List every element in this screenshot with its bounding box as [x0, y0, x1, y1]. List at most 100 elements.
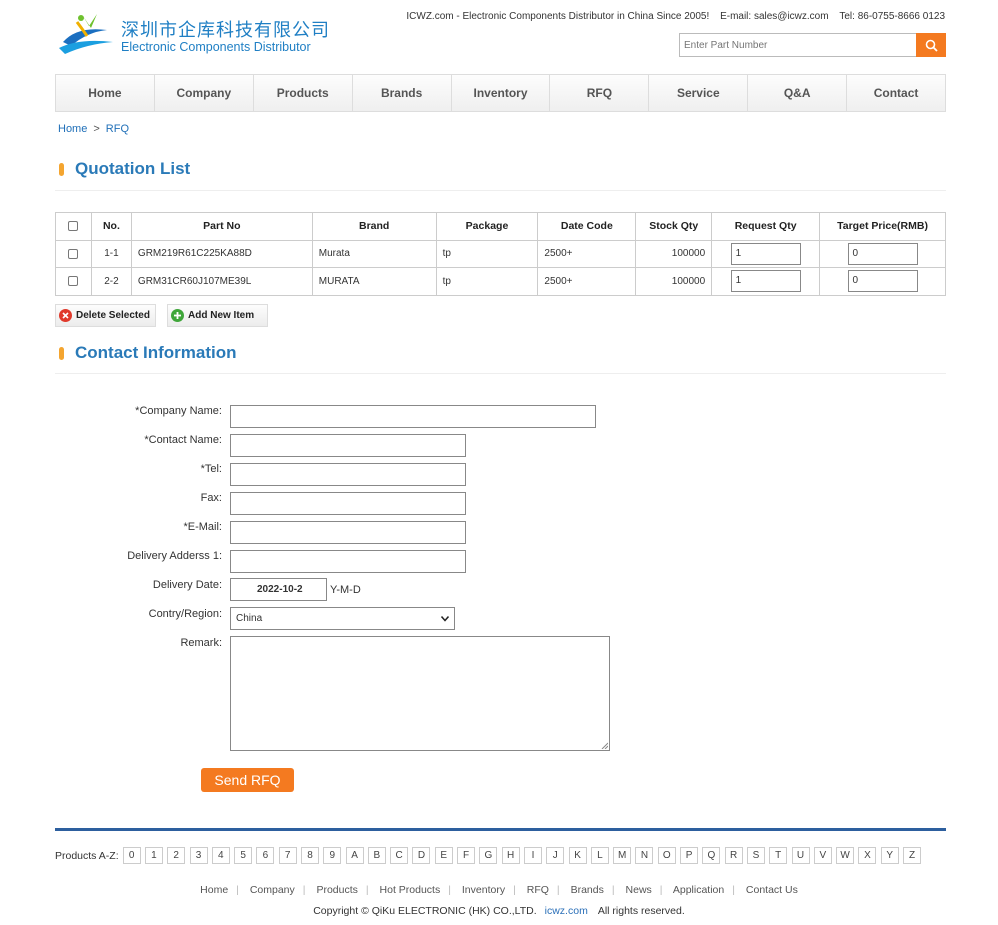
az-key[interactable]: 0 [122, 847, 141, 864]
az-key[interactable]: F [457, 847, 476, 864]
az-key[interactable]: B [367, 847, 386, 864]
request-qty-input[interactable]: 1 [730, 242, 801, 265]
search-icon [925, 39, 938, 52]
az-key[interactable]: N [635, 847, 654, 864]
footer-link-inventory[interactable]: Inventory [462, 884, 505, 896]
company-name-input[interactable] [230, 405, 596, 428]
nav-qa[interactable]: Q&A [748, 75, 848, 111]
row-package: tp [435, 267, 539, 296]
delete-selected-button[interactable]: Delete Selected [55, 304, 156, 327]
az-key[interactable]: 3 [189, 847, 208, 864]
company-name-label: *Company Name: [135, 405, 222, 417]
nav-company[interactable]: Company [155, 75, 254, 111]
footer-link-products[interactable]: Products [316, 884, 357, 896]
az-key[interactable]: K [568, 847, 587, 864]
footer-link-brands[interactable]: Brands [571, 884, 604, 896]
az-key[interactable]: J [546, 847, 565, 864]
email-input[interactable] [230, 521, 466, 544]
nav-rfq[interactable]: RFQ [550, 75, 650, 111]
breadcrumb-current[interactable]: RFQ [106, 123, 129, 135]
az-key[interactable]: I [523, 847, 542, 864]
request-qty-input[interactable]: 1 [730, 270, 801, 293]
az-key[interactable]: X [858, 847, 877, 864]
az-key[interactable]: 7 [278, 847, 297, 864]
logo-icon [59, 14, 113, 54]
delivery-date-label: Delivery Date: [152, 579, 222, 591]
az-key[interactable]: Z [903, 847, 921, 864]
az-key[interactable]: 8 [300, 847, 319, 864]
az-key[interactable]: D [412, 847, 431, 864]
az-key[interactable]: R [724, 847, 743, 864]
az-key[interactable]: H [501, 847, 520, 864]
az-key[interactable]: 6 [256, 847, 275, 864]
footer-link-contact-us[interactable]: Contact Us [746, 884, 798, 896]
nav-service[interactable]: Service [649, 75, 749, 111]
az-key[interactable]: L [590, 847, 609, 864]
nav-products[interactable]: Products [254, 75, 353, 111]
az-key[interactable]: O [657, 847, 676, 864]
target-price-input[interactable]: 0 [847, 270, 918, 293]
fax-label: Fax: [200, 492, 222, 504]
nav-contact[interactable]: Contact [847, 75, 945, 111]
nav-inventory[interactable]: Inventory [452, 75, 551, 111]
contact-name-input[interactable] [230, 434, 466, 457]
row-checkbox[interactable] [68, 248, 79, 259]
search-input[interactable] [679, 33, 917, 57]
az-key[interactable]: E [434, 847, 453, 864]
az-key[interactable]: S [746, 847, 765, 864]
tel-input[interactable] [230, 463, 466, 486]
col-no: No. [90, 212, 132, 241]
footer-link-rfq[interactable]: RFQ [527, 884, 549, 896]
az-key[interactable]: C [390, 847, 409, 864]
az-key[interactable]: U [791, 847, 810, 864]
az-key[interactable]: A [345, 847, 364, 864]
az-key[interactable]: T [769, 847, 788, 864]
address-input[interactable] [230, 550, 466, 573]
az-key[interactable]: W [836, 847, 855, 864]
top-info: ICWZ.com - Electronic Components Distrib… [398, 11, 945, 22]
remark-textarea[interactable] [230, 636, 610, 751]
resize-handle-icon[interactable] [601, 742, 608, 749]
fax-input[interactable] [230, 492, 466, 515]
row-package: tp [435, 239, 539, 268]
email-label: *E-Mail: [183, 521, 222, 533]
send-rfq-button[interactable]: Send RFQ [201, 768, 294, 792]
contact-header: Contact Information [55, 343, 946, 374]
az-key[interactable]: M [613, 847, 632, 864]
add-new-item-button[interactable]: Add New Item [167, 304, 268, 327]
tagline: ICWZ.com - Electronic Components Distrib… [406, 11, 710, 22]
copyright-site-link[interactable]: icwz.com [545, 905, 588, 917]
footer-link-home[interactable]: Home [200, 884, 228, 896]
footer-link-hot-products[interactable]: Hot Products [380, 884, 441, 896]
az-key[interactable]: P [680, 847, 699, 864]
az-label: Products A-Z: [55, 849, 119, 862]
az-key[interactable]: 1 [144, 847, 163, 864]
az-key[interactable]: 4 [211, 847, 230, 864]
select-all-checkbox[interactable] [68, 221, 79, 232]
nav-brands[interactable]: Brands [353, 75, 452, 111]
delivery-date-input[interactable]: 2022-10-2 [230, 578, 327, 601]
logo-cn-text: 深圳市企库科技有限公司 [121, 20, 330, 41]
row-target-cell: 0 [819, 267, 946, 296]
az-key[interactable]: 2 [167, 847, 186, 864]
az-key[interactable]: Q [702, 847, 721, 864]
row-date-code: 2500+ [537, 267, 637, 296]
search-button[interactable] [916, 33, 946, 57]
az-key[interactable]: 5 [234, 847, 253, 864]
az-key[interactable]: Y [880, 847, 899, 864]
footer-link-company[interactable]: Company [250, 884, 295, 896]
breadcrumb-home[interactable]: Home [58, 123, 87, 135]
footer-link-news[interactable]: News [626, 884, 652, 896]
az-key[interactable]: 9 [323, 847, 342, 864]
az-key[interactable]: V [813, 847, 832, 864]
delete-selected-label: Delete Selected [76, 310, 150, 321]
footer-link-application[interactable]: Application [673, 884, 724, 896]
region-select[interactable]: China [230, 607, 455, 630]
target-price-input[interactable]: 0 [847, 242, 918, 265]
region-label: Contry/Region: [148, 608, 222, 620]
az-key[interactable]: G [479, 847, 498, 864]
row-checkbox[interactable] [68, 276, 79, 287]
contact-name-label: *Contact Name: [144, 434, 222, 446]
site-logo[interactable]: 深圳市企库科技有限公司 Electronic Components Distri… [57, 10, 329, 58]
nav-home[interactable]: Home [56, 75, 155, 111]
